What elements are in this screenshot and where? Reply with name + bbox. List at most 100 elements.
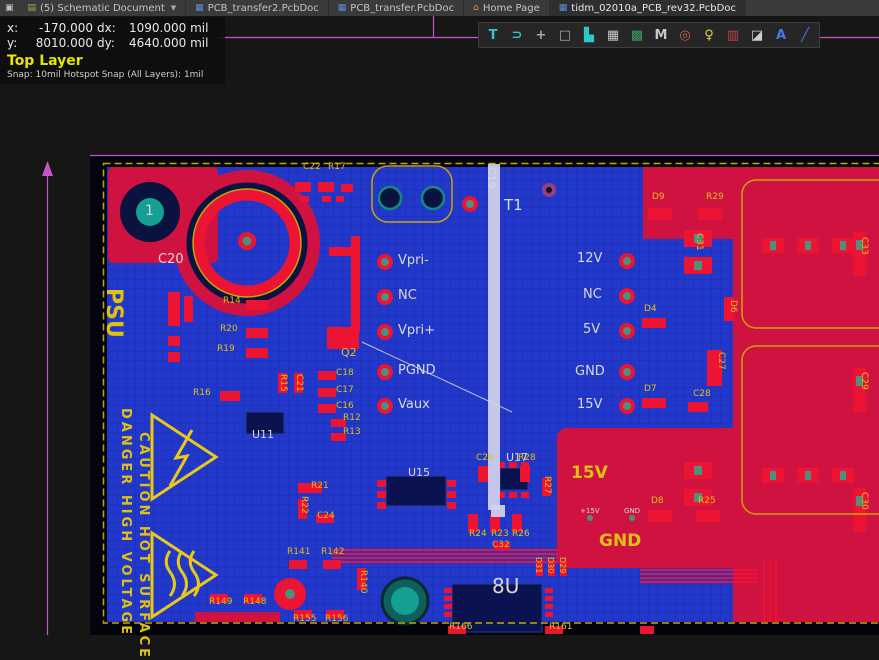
pcb-label-5v[interactable]: 5V <box>583 323 600 336</box>
pcb-label-+15v[interactable]: +15V <box>580 508 600 515</box>
pcb-label-15v[interactable]: 15V <box>577 398 602 411</box>
pcb-label-r142[interactable]: R142 <box>321 548 344 557</box>
tab-pcb-transfer2-pcbdoc[interactable]: ▦ PCB_transfer2.PcbDoc <box>186 0 329 16</box>
pcb-label-r148[interactable]: R148 <box>243 598 266 607</box>
pcb-label-12v[interactable]: 12V <box>577 252 602 265</box>
pcb-label-r24[interactable]: R24 <box>469 530 487 539</box>
string-tool[interactable]: A <box>770 25 792 45</box>
pcb-label-r20[interactable]: R20 <box>220 325 238 334</box>
pcb-label-r156[interactable]: R156 <box>325 615 348 624</box>
grid-array-tool[interactable]: ▦ <box>602 25 624 45</box>
pcb-label-r13[interactable]: R13 <box>343 428 361 437</box>
dropdown-caret-icon[interactable]: ▼ <box>171 4 176 12</box>
pcb-label-t1[interactable]: T1 <box>504 198 523 213</box>
line-tool[interactable]: ╱ <box>794 25 816 45</box>
pcb-label-r161[interactable]: R161 <box>549 623 572 632</box>
split-plane-tool[interactable]: ◪ <box>746 25 768 45</box>
pcb-label-c21[interactable]: C21 <box>294 374 303 392</box>
pcb-label-r155[interactable]: R155 <box>293 615 316 624</box>
tab-home-page[interactable]: ⌂Home Page <box>464 0 550 16</box>
pcb-label-u11[interactable]: U11 <box>252 429 274 440</box>
pcb-label-r140[interactable]: R140 <box>358 570 367 593</box>
pcb-label-r166[interactable]: R166 <box>449 623 472 632</box>
pcb-label-r141[interactable]: R141 <box>287 548 310 557</box>
schematic-icon: ▤ <box>28 3 37 13</box>
pcb-label-c19[interactable]: C19 <box>486 167 497 189</box>
via-tool[interactable]: ♀ <box>698 25 720 45</box>
pcb-label-d6[interactable]: D6 <box>728 300 737 313</box>
tab-label: PCB_transfer2.PcbDoc <box>208 3 319 14</box>
pcb-label-c18[interactable]: C18 <box>336 369 354 378</box>
pcb-label-c22[interactable]: C22 <box>303 163 321 172</box>
pcb-label-r17[interactable]: R17 <box>328 163 346 172</box>
pcb-label-r15[interactable]: R15 <box>278 374 287 392</box>
pcb-label-r16[interactable]: R16 <box>193 389 211 398</box>
pcb-label-r25[interactable]: R25 <box>698 497 716 506</box>
pcb-label-d31[interactable]: D31 <box>534 557 542 573</box>
pcb-label-vpri+[interactable]: Vpri+ <box>398 324 435 337</box>
pcb-label-r27[interactable]: R27 <box>542 476 551 494</box>
pcb-label-d8[interactable]: D8 <box>651 497 664 506</box>
pcb-label-r21[interactable]: R21 <box>311 482 329 491</box>
tab-pcb-transfer-pcbdoc[interactable]: ▦PCB_transfer.PcbDoc <box>329 0 464 16</box>
tab--5-schematic-document[interactable]: ▤(5) Schematic Document▼ <box>19 0 187 16</box>
pcb-label-r28[interactable]: R28 <box>518 454 536 463</box>
pcb-label-gnd[interactable]: GND <box>575 365 605 378</box>
pcb-label-pgnd[interactable]: PGND <box>398 364 436 377</box>
text-tool[interactable]: T <box>482 25 504 45</box>
pcb-label-d4[interactable]: D4 <box>644 305 657 314</box>
pcb-label-c20[interactable]: C20 <box>158 253 184 266</box>
pcb-label-nc[interactable]: NC <box>583 288 602 301</box>
pcb-label-c26[interactable]: C26 <box>476 454 494 463</box>
pcb-label-d30[interactable]: D30 <box>546 557 554 573</box>
pcb-label-danger-high-voltage[interactable]: DANGER HIGH VOLTAGE <box>119 408 132 637</box>
pcb-label-r22[interactable]: R22 <box>299 496 308 514</box>
pcb-label-15v[interactable]: 15V <box>571 465 608 482</box>
pcb-label-psu[interactable]: PSU <box>102 288 124 338</box>
fill-tool[interactable]: ▥ <box>722 25 744 45</box>
active-layer-label: Top Layer <box>7 53 215 69</box>
pcb-label-c28[interactable]: C28 <box>693 390 711 399</box>
pcb-label-1[interactable]: 1 <box>145 204 154 218</box>
pcb-label-c33[interactable]: C33 <box>859 237 868 255</box>
pcb-label-q2[interactable]: Q2 <box>341 347 357 358</box>
pcb-label-c30[interactable]: C30 <box>859 492 868 510</box>
target-tool[interactable]: ◎ <box>674 25 696 45</box>
pcb-label-r12[interactable]: R12 <box>343 414 361 423</box>
measure-tool[interactable]: M <box>650 25 672 45</box>
pcb-label-c29[interactable]: C29 <box>859 372 868 390</box>
pcb-label-c16[interactable]: C16 <box>336 402 354 411</box>
pcb-label-r19[interactable]: R19 <box>217 345 235 354</box>
select-rect-tool[interactable]: □ <box>554 25 576 45</box>
pcb-label-8u[interactable]: 8U <box>492 576 519 596</box>
pcb-label-r26[interactable]: R26 <box>512 530 530 539</box>
pcb-icon: ▦ <box>195 3 204 13</box>
pcb-label-r149[interactable]: R149 <box>209 598 232 607</box>
chart-tool[interactable]: ▙ <box>578 25 600 45</box>
polygon-pour-tool[interactable]: ▩ <box>626 25 648 45</box>
pcb-label-c31[interactable]: C31 <box>694 233 703 251</box>
pcb-labels-layer: 1 C20 PSU Vpri- NC Vpri+ PGND Vaux T1 C19 12V NC 5V G… <box>0 0 879 635</box>
pcb-label-c27[interactable]: C27 <box>716 352 725 370</box>
pcb-label-d7[interactable]: D7 <box>644 385 657 394</box>
hud-coordinate-row: y:8010.000dy:4640.000 mil <box>7 36 215 51</box>
pcb-label-c17[interactable]: C17 <box>336 386 354 395</box>
pcb-label-nc[interactable]: NC <box>398 289 417 302</box>
pcb-label-u15[interactable]: U15 <box>408 467 430 478</box>
pcb-label-caution-hot-surface[interactable]: CAUTION HOT SURFACE <box>137 432 150 660</box>
tab-label: Home Page <box>483 3 540 14</box>
pcb-label-c32[interactable]: C32 <box>492 541 510 550</box>
tab-tidm-02010a-pcb-rev32-pcbdoc[interactable]: ▦tidm_02010a_PCB_rev32.PcbDoc <box>550 0 746 16</box>
pcb-label-vaux[interactable]: Vaux <box>398 398 430 411</box>
pcb-label-r29[interactable]: R29 <box>706 193 724 202</box>
pcb-label-gnd[interactable]: GND <box>624 508 640 515</box>
pcb-label-d29[interactable]: D29 <box>558 557 566 573</box>
pcb-label-d9[interactable]: D9 <box>652 193 665 202</box>
pcb-label-c24[interactable]: C24 <box>317 512 335 521</box>
pcb-label-vpri-[interactable]: Vpri- <box>398 254 429 267</box>
pcb-label-gnd[interactable]: GND <box>599 533 641 550</box>
arc-tool[interactable]: ⊃ <box>506 25 528 45</box>
move-tool[interactable]: + <box>530 25 552 45</box>
pcb-label-r14[interactable]: R14 <box>223 297 241 306</box>
pcb-label-r23[interactable]: R23 <box>491 530 509 539</box>
